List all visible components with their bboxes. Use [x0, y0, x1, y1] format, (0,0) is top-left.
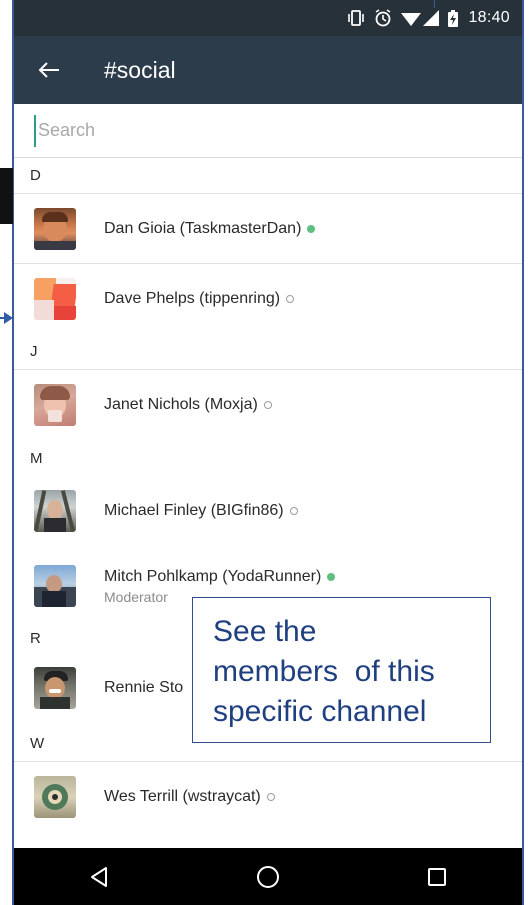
section-header-j: J — [14, 334, 522, 370]
avatar — [34, 565, 76, 607]
presence-away-icon — [289, 507, 298, 515]
recents-square-icon — [428, 867, 447, 886]
nav-back-button[interactable] — [69, 848, 129, 905]
left-pointer-arrow-icon — [0, 312, 13, 324]
search-input[interactable] — [34, 114, 500, 147]
annotation-callout: See the members of this specific channel — [192, 597, 491, 743]
section-header-d: D — [14, 158, 522, 194]
member-name-text: Dave Phelps (tippenring) — [104, 290, 281, 307]
wifi-icon — [401, 10, 422, 26]
member-name: Dave Phelps (tippenring) — [104, 290, 295, 308]
back-triangle-icon — [90, 866, 107, 887]
member-name: Janet Nichols (Moxja) — [104, 396, 272, 414]
top-pointer-line — [434, 0, 435, 8]
screenshot-canvas: 18:40 #social D — [0, 0, 530, 905]
signal-icon — [423, 10, 440, 26]
member-name-text: Rennie Sto — [104, 679, 184, 696]
presence-online-icon — [327, 572, 336, 581]
avatar — [34, 278, 76, 320]
member-name: Wes Terrill (wstraycat) — [104, 788, 275, 806]
nav-home-button[interactable] — [238, 848, 298, 905]
callout-line-1: See the — [213, 615, 317, 648]
phone-screen: 18:40 #social D — [12, 0, 524, 905]
avatar — [34, 490, 76, 532]
presence-away-icon — [286, 295, 295, 303]
status-bar: 18:40 — [14, 0, 522, 36]
member-name-text: Dan Gioia (TaskmasterDan) — [104, 219, 302, 237]
member-row[interactable]: Dan Gioia (TaskmasterDan) — [14, 194, 522, 264]
alarm-icon — [374, 9, 392, 27]
channel-title: #social — [104, 56, 176, 83]
member-row[interactable]: Dave Phelps (tippenring) — [14, 264, 522, 334]
home-circle-icon — [256, 865, 279, 888]
section-header-m: M — [30, 449, 43, 467]
avatar — [34, 207, 76, 250]
battery-charging-icon — [448, 9, 459, 27]
callout-line-2: members of this — [213, 655, 435, 688]
member-text: Janet Nichols (Moxja) — [104, 396, 272, 414]
member-text: Wes Terrill (wstraycat) — [104, 788, 275, 806]
member-name-text: Janet Nichols (Moxja) — [104, 396, 258, 413]
member-text: Dan Gioia (TaskmasterDan) — [104, 219, 316, 238]
vibrate-icon — [347, 10, 365, 26]
avatar — [34, 667, 76, 709]
callout-line-3: specific channel — [213, 695, 427, 728]
presence-away-icon — [263, 401, 272, 409]
search-bar — [14, 104, 522, 158]
member-name: Dan Gioia (TaskmasterDan) — [104, 219, 316, 238]
system-navigation-bar — [14, 848, 522, 905]
member-row[interactable]: Janet Nichols (Moxja) — [14, 370, 522, 440]
member-text: Michael Finley (BIGfin86) — [104, 502, 298, 520]
member-name-text: Michael Finley (BIGfin86) — [104, 502, 284, 519]
presence-online-icon — [307, 224, 316, 233]
presence-away-icon — [266, 793, 275, 801]
status-time: 18:40 — [468, 9, 510, 26]
member-row[interactable]: Wes Terrill (wstraycat) — [14, 762, 522, 832]
arrow-left-icon — [38, 62, 59, 78]
back-button[interactable] — [14, 36, 84, 104]
avatar — [34, 776, 76, 818]
member-name: Mitch Pohlkamp (YodaRunner) — [104, 567, 336, 586]
nav-recents-button[interactable] — [407, 848, 467, 905]
member-row[interactable]: Michael Finley (BIGfin86) — [14, 476, 522, 546]
left-edge-marker — [0, 168, 13, 224]
member-name-text: Wes Terrill (wstraycat) — [104, 788, 261, 805]
app-bar: #social — [14, 36, 522, 104]
member-text: Dave Phelps (tippenring) — [104, 290, 295, 308]
member-name-text: Mitch Pohlkamp (YodaRunner) — [104, 567, 322, 585]
member-name: Michael Finley (BIGfin86) — [104, 502, 298, 520]
member-name: Rennie Sto — [104, 679, 183, 697]
member-text: Rennie Sto — [104, 679, 183, 697]
avatar — [34, 384, 76, 426]
